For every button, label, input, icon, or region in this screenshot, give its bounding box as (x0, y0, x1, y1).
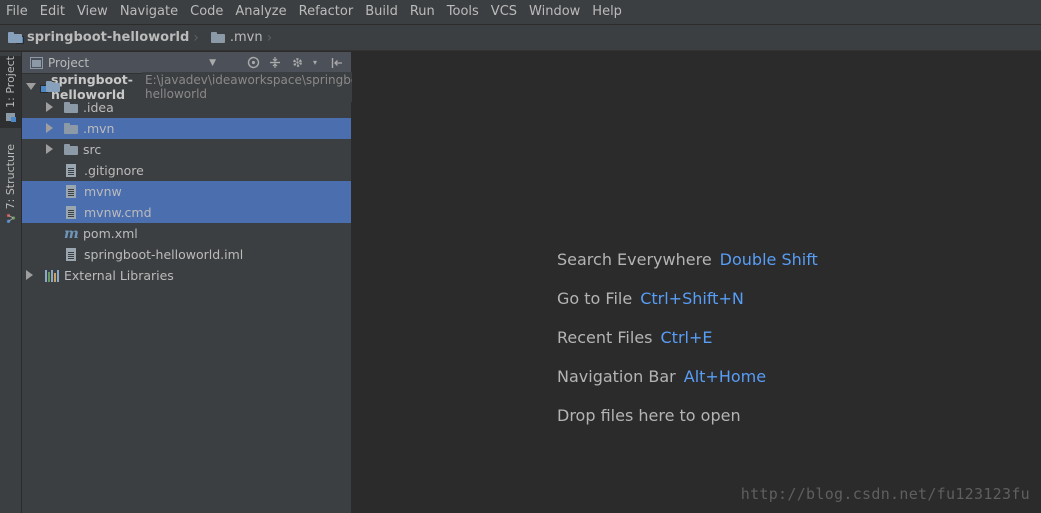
file-icon (66, 185, 76, 198)
tree-item-idea[interactable]: .idea (22, 97, 351, 118)
settings-dropdown-icon[interactable]: ▾ (307, 55, 323, 71)
tab-structure[interactable]: 7: Structure (0, 144, 21, 228)
hint-name: Search Everywhere (557, 250, 712, 269)
tree-item-label: mvnw (84, 184, 122, 199)
hint-name: Go to File (557, 289, 633, 308)
breadcrumb-project-label: springboot-helloworld (27, 30, 190, 45)
editor-empty-area[interactable]: Search Everywhere Double Shift Go to File… (352, 52, 1041, 513)
menu-view[interactable]: View (71, 0, 114, 24)
project-panel: Project ▼ ▾ springboot-helloworld E:\jav… (22, 52, 513, 513)
tree-root[interactable]: springboot-helloworld E:\javadev\ideawor… (22, 71, 513, 102)
chevron-right-icon[interactable] (26, 270, 33, 280)
libraries-icon (45, 269, 59, 282)
folder-icon (64, 102, 78, 113)
tree-item-label: External Libraries (64, 268, 174, 283)
project-view-icon (30, 56, 43, 69)
hide-panel-icon[interactable] (329, 55, 345, 71)
tree-item-gitignore[interactable]: .gitignore (22, 160, 351, 181)
file-icon (66, 206, 76, 219)
breadcrumb-folder[interactable]: .mvn › (203, 25, 276, 50)
collapse-all-icon[interactable] (267, 55, 283, 71)
hint-go-to-file: Go to File Ctrl+Shift+N (557, 289, 744, 308)
hint-recent-files: Recent Files Ctrl+E (557, 328, 712, 347)
hint-name: Drop files here to open (557, 406, 741, 425)
hint-drop-files: Drop files here to open (557, 406, 741, 425)
menu-code[interactable]: Code (184, 0, 229, 24)
menu-vcs[interactable]: VCS (485, 0, 523, 24)
tree-item-label: mvnw.cmd (84, 205, 152, 220)
hint-shortcut: Alt+Home (683, 367, 767, 386)
folder-icon (210, 32, 225, 43)
tree-item-mvn[interactable]: .mvn (22, 118, 351, 139)
breadcrumb: springboot-helloworld › .mvn › (0, 25, 1041, 51)
menu-edit[interactable]: Edit (34, 0, 71, 24)
menu-window[interactable]: Window (523, 0, 586, 24)
menu-bar: File Edit View Navigate Code Analyze Ref… (0, 0, 1041, 25)
menu-help[interactable]: Help (586, 0, 628, 24)
tree-item-label: pom.xml (83, 226, 138, 241)
menu-tools[interactable]: Tools (441, 0, 485, 24)
tab-project-label: 1: Project (4, 56, 17, 108)
chevron-right-icon[interactable] (46, 102, 53, 112)
breadcrumb-folder-label: .mvn (229, 30, 263, 45)
hint-search-everywhere: Search Everywhere Double Shift (557, 250, 818, 269)
breadcrumb-project[interactable]: springboot-helloworld › (0, 25, 203, 50)
hint-navigation-bar: Navigation Bar Alt+Home (557, 367, 766, 386)
menu-refactor[interactable]: Refactor (293, 0, 360, 24)
menu-analyze[interactable]: Analyze (229, 0, 292, 24)
hint-name: Recent Files (557, 328, 653, 347)
menu-run[interactable]: Run (404, 0, 441, 24)
module-file-icon (66, 248, 76, 261)
folder-icon (64, 123, 78, 134)
chevron-right-icon[interactable] (46, 144, 53, 154)
breadcrumb-separator-icon: › (266, 29, 273, 46)
hint-shortcut: Double Shift (719, 250, 818, 269)
menu-build[interactable]: Build (359, 0, 404, 24)
menu-file[interactable]: File (0, 0, 34, 24)
project-tree: springboot-helloworld E:\javadev\ideawor… (22, 71, 513, 286)
file-icon (66, 164, 76, 177)
breadcrumb-separator-icon: › (193, 29, 199, 46)
tree-item-iml[interactable]: springboot-helloworld.iml (22, 244, 351, 265)
tool-window-strip: 1: Project 7: Structure (0, 52, 22, 513)
panel-toolbar: ▾ (239, 55, 351, 71)
project-panel-title[interactable]: Project (48, 56, 89, 70)
tree-item-label: .mvn (83, 121, 115, 136)
locate-icon[interactable] (245, 55, 261, 71)
tree-item-mvnw[interactable]: mvnw (22, 181, 351, 202)
tab-structure-label: 7: Structure (4, 144, 17, 210)
tree-item-mvnw-cmd[interactable]: mvnw.cmd (22, 202, 351, 223)
tree-item-src[interactable]: src (22, 139, 351, 160)
menu-navigate[interactable]: Navigate (114, 0, 184, 24)
chevron-down-icon[interactable]: ▼ (209, 58, 216, 68)
project-tab-icon (5, 112, 16, 122)
tree-item-pom[interactable]: m pom.xml (22, 223, 351, 244)
chevron-down-icon[interactable] (26, 83, 36, 90)
folder-icon (64, 144, 78, 155)
maven-icon: m (64, 225, 79, 242)
settings-icon[interactable] (289, 55, 305, 71)
tree-item-label: .idea (83, 100, 114, 115)
chevron-right-icon[interactable] (46, 123, 53, 133)
hint-shortcut: Ctrl+Shift+N (640, 289, 744, 308)
tree-item-label: springboot-helloworld.iml (84, 247, 244, 262)
structure-tab-icon (6, 214, 15, 224)
hint-name: Navigation Bar (557, 367, 676, 386)
hint-shortcut: Ctrl+E (660, 328, 713, 347)
watermark: http://blog.csdn.net/fu123123fu (740, 485, 1030, 503)
tree-item-label: .gitignore (84, 163, 144, 178)
module-folder-icon (8, 32, 24, 44)
tree-item-external-libraries[interactable]: External Libraries (22, 265, 351, 286)
tree-item-label: src (83, 142, 102, 157)
tab-project[interactable]: 1: Project (0, 56, 21, 128)
